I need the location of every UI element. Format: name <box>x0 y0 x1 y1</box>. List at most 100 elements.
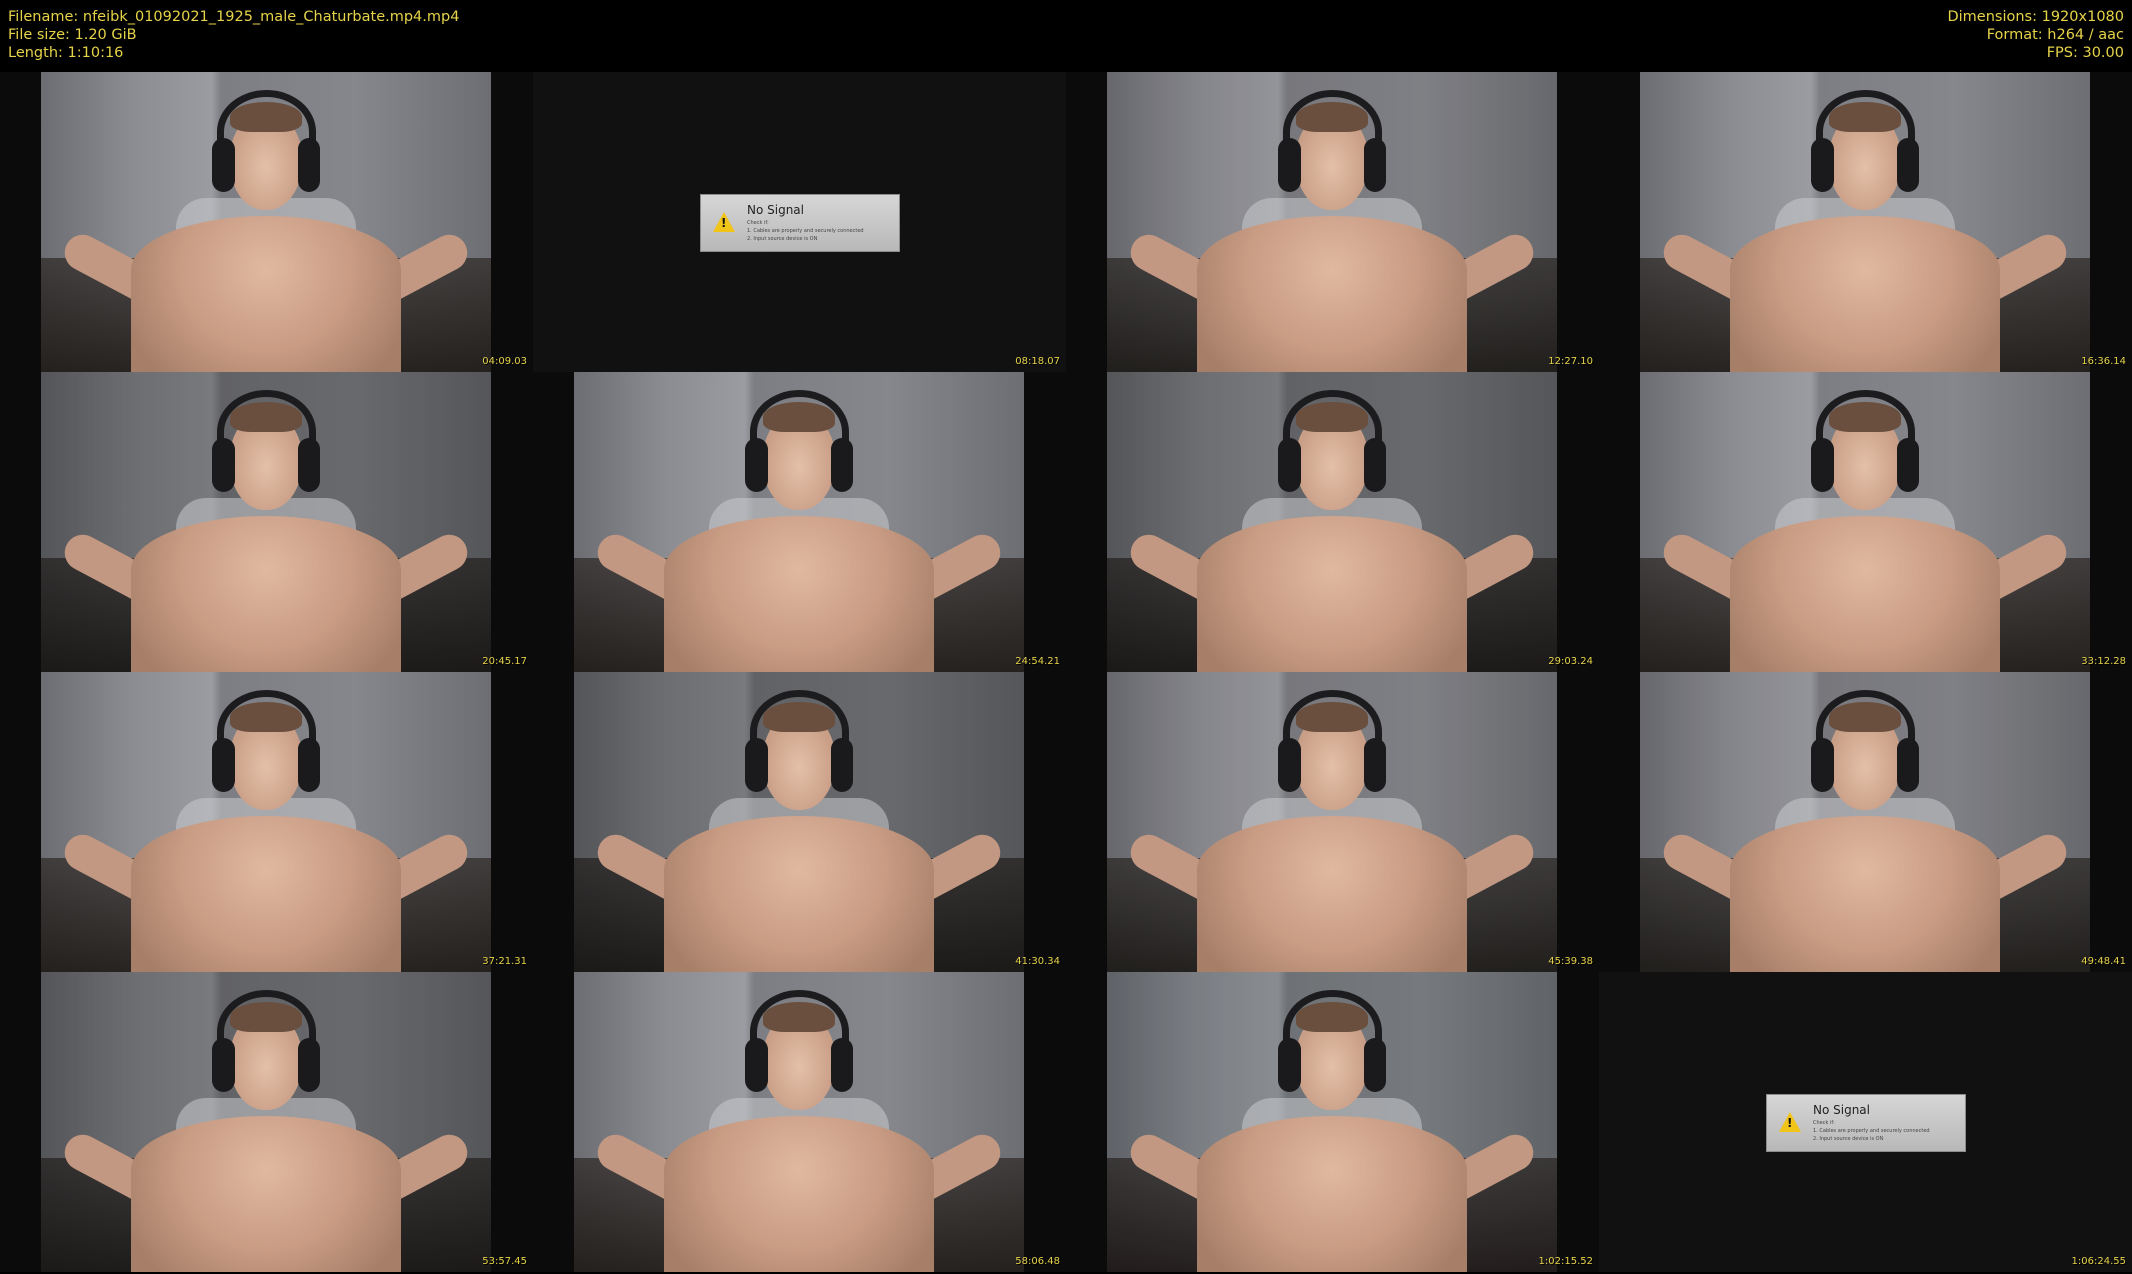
left-earcup-shape <box>1811 138 1834 192</box>
right-earcup-shape <box>297 438 320 492</box>
left-earcup-shape <box>1811 438 1834 492</box>
left-earcup-shape <box>212 438 235 492</box>
webcam-frame <box>41 372 491 672</box>
webcam-frame <box>574 672 1024 972</box>
thumbnail-timestamp: 37:21.31 <box>482 956 527 967</box>
torso-shape <box>1197 1116 1467 1272</box>
thumbnail-cell[interactable]: 33:12.28 <box>1599 372 2132 672</box>
thumbnail-cell[interactable]: 29:03.24 <box>1066 372 1599 672</box>
right-earcup-shape <box>1363 438 1386 492</box>
webcam-frame <box>41 672 491 972</box>
thumbnail-cell[interactable]: ! No Signal Check if: 1. Cables are properl… <box>533 72 1066 372</box>
right-earcup-shape <box>297 1038 320 1092</box>
no-signal-line: Check if: <box>747 220 769 226</box>
left-earcup-shape <box>745 738 768 792</box>
filesize-text: File size: 1.20 GiB <box>8 27 137 43</box>
webcam-frame <box>1640 672 2090 972</box>
right-earcup-shape <box>1896 438 1919 492</box>
torso-shape <box>131 1116 401 1272</box>
thumbnail-cell[interactable]: ! No Signal Check if: 1. Cables are properl… <box>1599 972 2132 1272</box>
right-earcup-shape <box>830 1038 853 1092</box>
webcam-frame <box>574 972 1024 1272</box>
right-earcup-shape <box>1363 138 1386 192</box>
thumbnail-timestamp: 41:30.34 <box>1015 956 1060 967</box>
left-earcup-shape <box>212 1038 235 1092</box>
left-earcup-shape <box>1811 738 1834 792</box>
torso-shape <box>1730 816 2000 972</box>
dimensions-text: Dimensions: 1920x1080 <box>1947 9 2124 25</box>
thumbnail-timestamp: 16:36.14 <box>2081 356 2126 367</box>
torso-shape <box>131 216 401 372</box>
no-signal-frame: ! No Signal Check if: 1. Cables are properl… <box>533 72 1066 372</box>
contact-sheet-header: Filename: nfeibk_01092021_1925_male_Chat… <box>0 0 2132 72</box>
no-signal-line: 1. Cables are properly and securely conn… <box>747 228 864 234</box>
thumbnail-timestamp: 08:18.07 <box>1015 356 1060 367</box>
length-text: Length: 1:10:16 <box>8 45 124 61</box>
right-earcup-shape <box>830 438 853 492</box>
left-earcup-shape <box>1278 438 1301 492</box>
thumbnail-timestamp: 58:06.48 <box>1015 1256 1060 1267</box>
thumbnail-timestamp: 29:03.24 <box>1548 656 1593 667</box>
thumbnail-timestamp: 53:57.45 <box>482 1256 527 1267</box>
thumbnail-cell[interactable]: 20:45.17 <box>0 372 533 672</box>
left-earcup-shape <box>745 438 768 492</box>
thumbnail-cell[interactable]: 45:39.38 <box>1066 672 1599 972</box>
thumbnail-cell[interactable]: 1:02:15.52 <box>1066 972 1599 1272</box>
torso-shape <box>664 516 934 672</box>
left-earcup-shape <box>1278 1038 1301 1092</box>
webcam-frame <box>41 72 491 372</box>
right-earcup-shape <box>1896 738 1919 792</box>
no-signal-line: 1. Cables are properly and securely conn… <box>1813 1128 1930 1134</box>
left-earcup-shape <box>212 738 235 792</box>
webcam-frame <box>1640 72 2090 372</box>
thumbnail-timestamp: 33:12.28 <box>2081 656 2126 667</box>
right-earcup-shape <box>297 138 320 192</box>
thumbnail-cell[interactable]: 16:36.14 <box>1599 72 2132 372</box>
torso-shape <box>131 816 401 972</box>
thumbnail-cell[interactable]: 12:27.10 <box>1066 72 1599 372</box>
thumbnail-cell[interactable]: 24:54.21 <box>533 372 1066 672</box>
no-signal-title: No Signal <box>747 203 804 217</box>
thumbnail-timestamp: 04:09.03 <box>482 356 527 367</box>
thumbnail-cell[interactable]: 41:30.34 <box>533 672 1066 972</box>
torso-shape <box>664 1116 934 1272</box>
webcam-frame <box>1107 372 1557 672</box>
warning-exclamation-icon: ! <box>721 216 727 230</box>
right-earcup-shape <box>1896 138 1919 192</box>
thumbnail-timestamp: 1:06:24.55 <box>2071 1256 2126 1267</box>
thumbnail-cell[interactable]: 37:21.31 <box>0 672 533 972</box>
thumbnail-cell[interactable]: 04:09.03 <box>0 72 533 372</box>
thumbnail-timestamp: 12:27.10 <box>1548 356 1593 367</box>
webcam-frame <box>574 372 1024 672</box>
thumbnail-grid: 04:09.03! No Signal Check if: 1. Cables are… <box>0 72 2132 1274</box>
no-signal-dialog: ! No Signal Check if: 1. Cables are properl… <box>1766 1094 1966 1152</box>
left-earcup-shape <box>1278 138 1301 192</box>
left-earcup-shape <box>1278 738 1301 792</box>
no-signal-dialog: ! No Signal Check if: 1. Cables are properl… <box>700 194 900 252</box>
torso-shape <box>1730 216 2000 372</box>
thumbnail-timestamp: 20:45.17 <box>482 656 527 667</box>
no-signal-line: 2. Input source device is ON <box>747 236 818 242</box>
webcam-frame <box>1107 72 1557 372</box>
webcam-frame <box>1107 672 1557 972</box>
file-info-right: Dimensions: 1920x1080 Format: h264 / aac… <box>1947 8 2124 62</box>
thumbnail-timestamp: 45:39.38 <box>1548 956 1593 967</box>
thumbnail-cell[interactable]: 58:06.48 <box>533 972 1066 1272</box>
no-signal-line: 2. Input source device is ON <box>1813 1136 1884 1142</box>
format-text: Format: h264 / aac <box>1986 27 2124 43</box>
thumbnail-cell[interactable]: 49:48.41 <box>1599 672 2132 972</box>
torso-shape <box>1197 816 1467 972</box>
no-signal-line: Check if: <box>1813 1120 1835 1126</box>
thumbnail-timestamp: 24:54.21 <box>1015 656 1060 667</box>
torso-shape <box>131 516 401 672</box>
no-signal-title: No Signal <box>1813 1103 1870 1117</box>
torso-shape <box>1730 516 2000 672</box>
thumbnail-cell[interactable]: 53:57.45 <box>0 972 533 1272</box>
torso-shape <box>664 816 934 972</box>
filename-text: Filename: nfeibk_01092021_1925_male_Chat… <box>8 9 460 25</box>
thumbnail-timestamp: 1:02:15.52 <box>1538 1256 1593 1267</box>
right-earcup-shape <box>830 738 853 792</box>
torso-shape <box>1197 516 1467 672</box>
warning-exclamation-icon: ! <box>1787 1116 1793 1130</box>
no-signal-frame: ! No Signal Check if: 1. Cables are properl… <box>1599 972 2132 1272</box>
